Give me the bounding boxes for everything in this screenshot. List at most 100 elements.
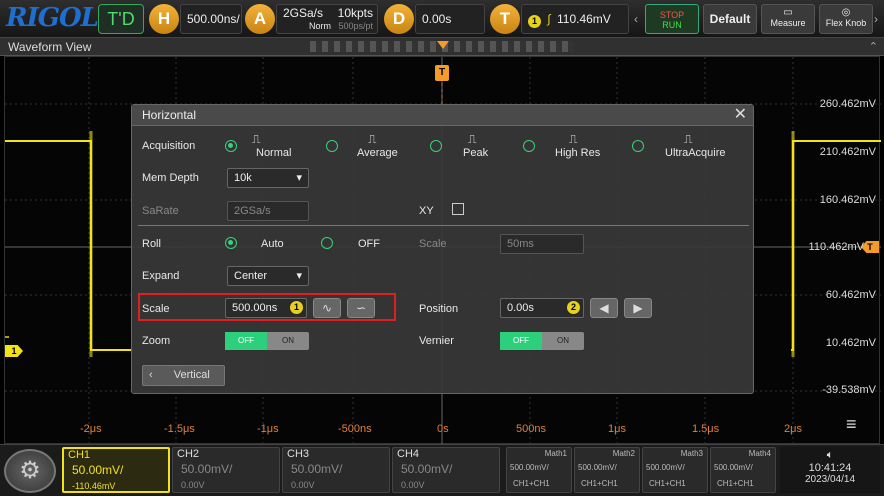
position-field[interactable]: 0.00s 2 [500, 298, 584, 318]
time-label: -500ns [338, 423, 372, 435]
math3-scale: 500.00mV/ [646, 463, 685, 472]
acquire-a-icon[interactable]: A [245, 4, 275, 34]
roll-off-radio[interactable] [321, 237, 333, 249]
math2-panel[interactable]: Math2 500.00mV/ CH1+CH1 [574, 447, 640, 493]
scale-coarse-icon[interactable]: ∽ [347, 298, 375, 318]
settings-gear-icon[interactable]: ⚙ [4, 449, 56, 493]
top-toolbar: RIGOL T'D H 500.00ns/ A 2GSa/s 10kpts No… [0, 0, 884, 54]
horizontal-h-icon[interactable]: H [149, 4, 179, 34]
flex-knob-button[interactable]: ◎ Flex Knob [819, 4, 873, 34]
roll-auto-radio[interactable] [225, 237, 237, 249]
measure-button[interactable]: ▭ Measure [761, 4, 815, 34]
delay-d-icon[interactable]: D [384, 4, 414, 34]
ch3-panel[interactable]: CH3 50.00mV/ 0.00V [282, 447, 390, 493]
roll-auto-label: Auto [261, 238, 284, 250]
chevron-down-icon: ▾ [296, 270, 302, 282]
collapse-icon[interactable]: ⌃ [869, 40, 878, 53]
acquire-info[interactable]: 2GSa/s 10kpts Norm 500ps/pt [276, 4, 378, 34]
expand-select[interactable]: Center ▾ [227, 266, 309, 286]
position-left-icon[interactable]: ◀ [590, 298, 618, 318]
math4-scale: 500.00mV/ [714, 463, 753, 472]
chevron-down-icon: ▾ [296, 172, 302, 184]
mode-indicator[interactable]: T'D [98, 4, 144, 34]
ch3-name: CH3 [287, 448, 310, 460]
math3-name: Math3 [680, 449, 703, 458]
zoom-toggle[interactable]: OFF ON [225, 332, 309, 350]
expand-value: Center [234, 270, 268, 282]
acq-peak-radio[interactable] [430, 140, 442, 152]
vertical-label: Vertical [173, 369, 210, 381]
vertical-label: -39.538mV [822, 384, 876, 396]
dialog-title: Horizontal [132, 105, 753, 126]
acq-highres-radio[interactable] [523, 140, 535, 152]
speaker-icon[interactable]: 🔈︎ [780, 449, 880, 462]
acquire-rate: 2GSa/s [283, 6, 324, 20]
close-icon[interactable]: ✕ [734, 107, 747, 123]
scale-fine-icon[interactable]: ∿ [313, 298, 341, 318]
default-button[interactable]: Default [703, 4, 757, 34]
divider [138, 225, 749, 226]
knob1-badge: 1 [290, 301, 303, 314]
roll-scale-label: Scale [419, 238, 447, 250]
scale-field[interactable]: 500.00ns 1 [225, 298, 307, 318]
math1-panel[interactable]: Math1 500.00mV/ CH1+CH1 [506, 447, 572, 493]
ch1-panel[interactable]: CH1 50.00mV/ -110.46mV [62, 447, 170, 493]
peak-wave-icon: ⎍ [468, 132, 477, 146]
time-label: -1μs [257, 423, 279, 435]
math2-source: CH1+CH1 [581, 479, 618, 488]
time-label: 2μs [784, 423, 802, 435]
ch2-scale: 50.00mV/ [181, 462, 233, 476]
trigger-info[interactable]: 1 ∫ 110.46mV A [521, 4, 629, 54]
xy-checkbox[interactable] [452, 203, 464, 215]
average-wave-icon: ⎍ [368, 132, 377, 146]
waveform-view-bar: Waveform View ⌃ [0, 38, 884, 56]
mem-depth-value: 10k [234, 172, 252, 184]
ch4-scale: 50.00mV/ [401, 462, 453, 476]
position-right-icon[interactable]: ▶ [624, 298, 652, 318]
menu-icon[interactable]: ≡ [846, 414, 857, 435]
stop-run-button[interactable]: STOP RUN [645, 4, 699, 34]
scroll-left-icon[interactable]: ‹ [634, 12, 638, 26]
chevron-left-icon: ‹ [149, 369, 153, 381]
time-label: 1.5μs [692, 423, 720, 435]
mem-depth-select[interactable]: 10k ▾ [227, 168, 309, 188]
scroll-right-icon[interactable]: › [874, 12, 878, 26]
measure-label: Measure [770, 18, 806, 28]
trigger-level: 110.46mV [556, 12, 611, 26]
trigger-t-icon[interactable]: T [490, 4, 520, 34]
zoom-off: OFF [225, 332, 267, 350]
rigol-logo: RIGOL [6, 3, 99, 33]
math3-panel[interactable]: Math3 500.00mV/ CH1+CH1 [642, 447, 708, 493]
vernier-on: ON [557, 336, 569, 345]
math4-panel[interactable]: Math4 500.00mV/ CH1+CH1 [710, 447, 776, 493]
ch4-name: CH4 [397, 448, 420, 460]
knob-icon: ◎ [841, 7, 851, 18]
ch2-panel[interactable]: CH2 50.00mV/ 0.00V [172, 447, 280, 493]
acq-average-radio[interactable] [326, 140, 338, 152]
acq-average-label: Average [357, 147, 398, 159]
flex-label: Flex Knob [825, 18, 867, 28]
math4-name: Math4 [748, 449, 771, 458]
expand-label: Expand [142, 270, 180, 282]
math4-source: CH1+CH1 [717, 479, 754, 488]
timebase-value[interactable]: 500.00ns/ [180, 4, 242, 34]
roll-off-label: OFF [358, 238, 380, 250]
vernier-toggle[interactable]: OFF ON [500, 332, 584, 350]
trigger-marker[interactable]: T [435, 65, 449, 81]
vertical-button[interactable]: ‹ Vertical [142, 365, 225, 386]
acq-ultra-radio[interactable] [632, 140, 644, 152]
ch1-scale: 50.00mV/ [72, 463, 124, 477]
highres-wave-icon: ⎍ [569, 132, 578, 146]
ultra-wave-icon: ⎍ [684, 132, 693, 146]
acq-highres-label: High Res [555, 147, 601, 159]
ch4-panel[interactable]: CH4 50.00mV/ 0.00V [392, 447, 500, 493]
delay-value[interactable]: 0.00s [415, 4, 485, 34]
time-label: -2μs [80, 423, 102, 435]
vernier-label: Vernier [419, 335, 454, 347]
acq-normal-radio[interactable] [225, 140, 237, 152]
ch2-name: CH2 [177, 448, 200, 460]
math1-source: CH1+CH1 [513, 479, 550, 488]
scale-label: Scale [142, 303, 170, 315]
math3-source: CH1+CH1 [649, 479, 686, 488]
bottom-bar: ⚙ CH1 50.00mV/ -110.46mV CH2 50.00mV/ 0.… [0, 444, 884, 496]
